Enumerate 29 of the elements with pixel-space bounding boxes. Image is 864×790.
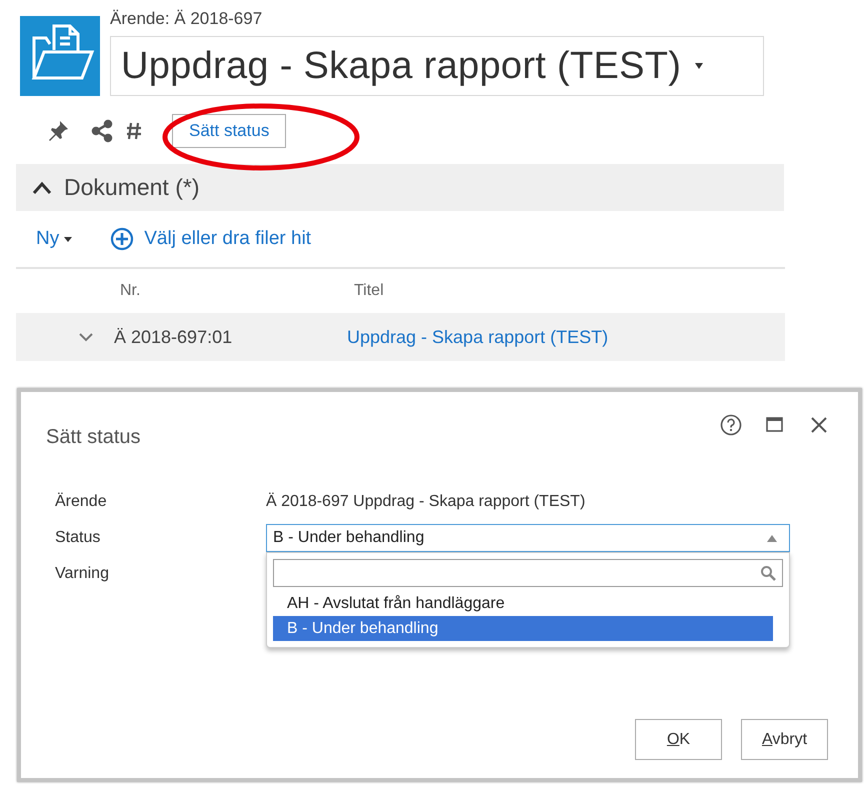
document-link[interactable]: Uppdrag - Skapa rapport (TEST) [347,326,608,348]
field-label: Varning [55,564,110,584]
upload-link[interactable]: Välj eller dra filer hit [144,228,312,250]
field-label: Ärende [55,492,108,512]
dialog-title: Sätt status [46,426,140,449]
table-cell-text: Ä 2018-697:01 [114,326,234,348]
field-label: Status [55,528,102,548]
column-header: Titel [354,282,384,300]
column-header: Nr. [120,282,142,300]
dropdown-option[interactable]: B - Under behandling [273,616,773,641]
case-label: Ärende: Ä 2018-697 [110,8,264,30]
field-value: Ä 2018-697 Uppdrag - Skapa rapport (TEST) [266,492,586,512]
share-icon[interactable] [90,119,114,143]
search-icon [760,565,776,581]
new-menu-button[interactable]: Ny [36,228,72,250]
add-icon[interactable] [110,227,134,251]
document-row[interactable]: Ä 2018-697:01 Uppdrag - Skapa rapport (TEST) [16,313,785,361]
chevron-down-icon[interactable] [79,332,93,342]
hash-icon[interactable] [126,122,142,140]
dropdown-option[interactable]: AH - Avslutat från handläggare [273,591,773,616]
set-status-button[interactable]: Sätt status [172,114,286,148]
dialog-button[interactable]: OK [635,719,722,760]
section-header[interactable]: Dokument (*) [16,164,784,211]
caret-icon [64,236,72,242]
caret-icon [695,63,704,69]
title-dropdown[interactable]: Uppdrag - Skapa rapport (TEST) [110,36,764,96]
search-field[interactable] [273,559,783,587]
dialog-button[interactable]: Avbryt [741,719,828,760]
help-icon[interactable] [720,414,742,436]
